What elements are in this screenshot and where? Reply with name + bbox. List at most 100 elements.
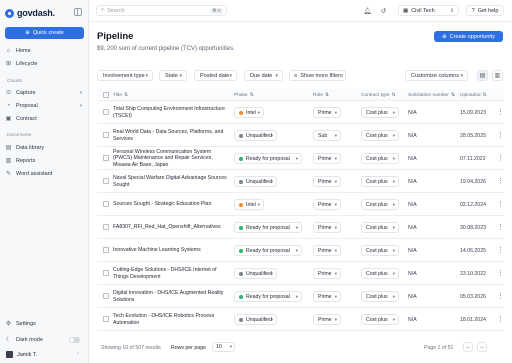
phase-select[interactable]: Ready for proposal ▾ — [234, 153, 302, 164]
table-row[interactable]: Personal Wireless Communication System (… — [97, 147, 504, 170]
phase-select[interactable]: Unqualified ▾ — [234, 130, 277, 141]
sidebar-item-capture[interactable]: ⊙ Capture ▾ — [5, 87, 85, 98]
row-checkbox[interactable] — [103, 316, 109, 322]
more-options-icon[interactable]: ⋮ — [497, 315, 504, 323]
more-options-icon[interactable]: ⋮ — [497, 177, 504, 185]
row-checkbox[interactable] — [103, 201, 109, 207]
more-options-icon[interactable]: ⋮ — [497, 154, 504, 162]
role-select[interactable]: Prime ▾ — [313, 176, 341, 187]
role-select[interactable]: Prime ▾ — [313, 222, 341, 233]
search-input[interactable]: ⌕ Search ⌘ K — [96, 5, 227, 16]
table-row[interactable]: Tech Evolution - DHS/ICE Robotics Proces… — [97, 308, 504, 331]
row-checkbox[interactable] — [103, 178, 109, 184]
rows-per-page-select[interactable]: 10 ▾ — [212, 342, 235, 352]
filter-posted-date[interactable]: Posted date ▾ — [194, 70, 237, 81]
row-checkbox[interactable] — [103, 270, 109, 276]
sidebar-item-reports[interactable]: ▥ Reports — [5, 155, 85, 166]
more-options-icon[interactable]: ⋮ — [497, 131, 504, 139]
row-checkbox[interactable] — [103, 132, 109, 138]
filter-due-date[interactable]: Due date ▾ — [244, 70, 283, 81]
table-view-button[interactable]: ▤ — [477, 70, 488, 81]
phase-select[interactable]: Unqualified ▾ — [234, 268, 277, 279]
phase-select[interactable]: Intel ▾ — [234, 107, 264, 118]
contract-type-select[interactable]: Cost plus ▾ — [361, 268, 399, 279]
contract-type-select[interactable]: Cost plus ▾ — [361, 107, 399, 118]
opportunity-title[interactable]: Total Ship Computing Environment Infrast… — [113, 104, 231, 121]
role-select[interactable]: Prime ▾ — [313, 153, 341, 164]
opportunity-title[interactable]: Naval Special Warfare Digital Advantage … — [113, 173, 231, 190]
table-row[interactable]: Digital Innovation - DHS/ICE Augmented R… — [97, 285, 504, 308]
phase-select[interactable]: Intel ▾ — [234, 199, 264, 210]
more-options-icon[interactable]: ⋮ — [497, 108, 504, 116]
sidebar-item-lifecycle[interactable]: ⊞ Lifecycle — [5, 58, 85, 69]
phase-select[interactable]: Unqualified ▾ — [234, 176, 277, 187]
column-header-title[interactable]: Title ⇅ — [113, 93, 128, 98]
create-opportunity-button[interactable]: ⊕ Create opportunity — [434, 31, 503, 42]
contract-type-select[interactable]: Cost plus ▾ — [361, 153, 399, 164]
contract-type-select[interactable]: Cost plus ▾ — [361, 176, 399, 187]
workspace-select[interactable]: ▦ Civil Tech ⇕ — [398, 5, 459, 16]
chevron-updown-icon[interactable]: ⌃ — [76, 352, 80, 358]
column-header-solicitation-number[interactable]: Solicitation number ⇅ — [408, 93, 455, 98]
opportunity-title[interactable]: Digital Innovation - DHS/ICE Augmented R… — [113, 288, 231, 305]
collapse-sidebar-icon[interactable] — [74, 8, 82, 16]
sidebar-item-word-assistant[interactable]: ✎ Word assistant — [5, 168, 85, 179]
contract-type-select[interactable]: Cost plus ▾ — [361, 222, 399, 233]
phase-select[interactable]: Ready for proposal ▾ — [234, 291, 302, 302]
contract-type-select[interactable]: Cost plus ▾ — [361, 199, 399, 210]
contract-type-select[interactable]: Cost plus ▾ — [361, 130, 399, 141]
opportunity-title[interactable]: Sources Sought - Strategic Education Pla… — [113, 196, 231, 213]
role-select[interactable]: Prime ▾ — [313, 314, 341, 325]
more-options-icon[interactable]: ⋮ — [497, 200, 504, 208]
sidebar-item-data-library[interactable]: ▤ Data library — [5, 142, 85, 153]
role-select[interactable]: Prime ▾ — [313, 268, 341, 279]
dark-mode-toggle[interactable] — [69, 337, 80, 343]
contract-type-select[interactable]: Cost plus ▾ — [361, 291, 399, 302]
role-select[interactable]: Sub ▾ — [313, 130, 341, 141]
sidebar-item-contract[interactable]: ▣ Contract — [5, 113, 85, 124]
row-checkbox[interactable] — [103, 247, 109, 253]
show-more-filters-button[interactable]: ≡ Show more filters — [289, 70, 346, 81]
quick-create-button[interactable]: ⊕ Quick create — [5, 27, 84, 39]
contract-type-select[interactable]: Cost plus ▾ — [361, 245, 399, 256]
history-icon[interactable]: ↺ — [379, 6, 388, 15]
column-header-role[interactable]: Role ⇅ — [313, 93, 329, 98]
board-view-button[interactable]: ▥ — [492, 70, 503, 81]
sidebar-item-settings[interactable]: ⚙ Settings — [5, 318, 85, 329]
row-checkbox[interactable] — [103, 155, 109, 161]
row-checkbox[interactable] — [103, 293, 109, 299]
column-header-phase[interactable]: Phase ⇅ — [234, 93, 254, 98]
bell-icon[interactable]: 🔔︎ — [363, 6, 372, 15]
column-header-uploaded[interactable]: Uploaded ⇅ — [460, 93, 487, 98]
table-row[interactable]: Total Ship Computing Environment Infrast… — [97, 101, 504, 124]
get-help-button[interactable]: ? Get help — [466, 5, 504, 16]
table-row[interactable]: Real World Data - Data Sources, Platform… — [97, 124, 504, 147]
opportunity-title[interactable]: Tech Evolution - DHS/ICE Robotics Proces… — [113, 311, 231, 328]
sidebar-item-home[interactable]: ⌂ Home — [5, 45, 85, 56]
filter-involvement-type[interactable]: Involvement type ▾ — [97, 70, 153, 81]
next-page-button[interactable]: → — [477, 342, 487, 352]
filter-state[interactable]: State ▾ — [159, 70, 187, 81]
role-select[interactable]: Prime ▾ — [313, 107, 341, 118]
more-options-icon[interactable]: ⋮ — [497, 246, 504, 254]
more-options-icon[interactable]: ⋮ — [497, 223, 504, 231]
more-options-icon[interactable]: ⋮ — [497, 292, 504, 300]
role-select[interactable]: Prime ▾ — [313, 199, 341, 210]
table-row[interactable]: FA8307_RFI_Red_Hat_Openshift_Alternative… — [97, 216, 504, 239]
user-menu[interactable]: Jamik T. — [6, 351, 37, 358]
row-checkbox[interactable] — [103, 109, 109, 115]
role-select[interactable]: Prime ▾ — [313, 245, 341, 256]
row-checkbox[interactable] — [103, 224, 109, 230]
select-all-checkbox[interactable] — [103, 92, 109, 98]
phase-select[interactable]: Unqualified ▾ — [234, 314, 277, 325]
column-header-contract-type[interactable]: Contract type ⇅ — [361, 93, 396, 98]
role-select[interactable]: Prime ▾ — [313, 291, 341, 302]
opportunity-title[interactable]: Personal Wireless Communication System (… — [113, 149, 231, 168]
table-row[interactable]: Naval Special Warfare Digital Advantage … — [97, 170, 504, 193]
customize-columns-button[interactable]: Customize columns ▾ — [405, 70, 468, 81]
sidebar-item-proposal[interactable]: ◔ Proposal ▾ — [5, 100, 85, 111]
phase-select[interactable]: Ready for proposal ▾ — [234, 222, 302, 233]
opportunity-title[interactable]: Innovative Machine Learning Systems — [113, 242, 231, 259]
table-row[interactable]: Cutting-Edge Solutions - DHS/ICE Interne… — [97, 262, 504, 285]
prev-page-button[interactable]: ← — [463, 342, 473, 352]
